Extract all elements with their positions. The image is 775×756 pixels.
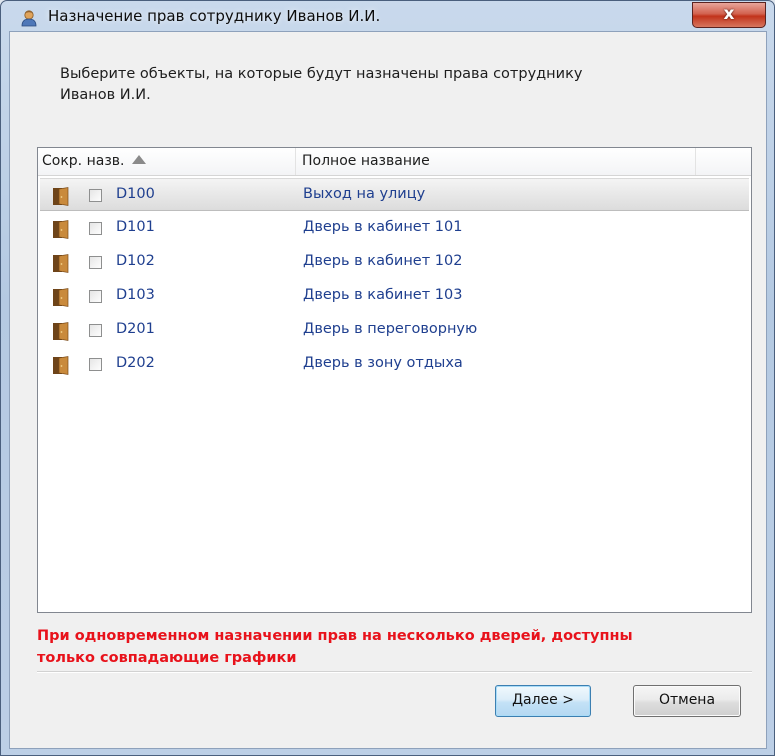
- cell-short-name: D202: [116, 355, 155, 371]
- table-row[interactable]: D201 Дверь в переговорную: [40, 314, 749, 347]
- row-checkbox[interactable]: [89, 256, 102, 269]
- cell-full-name: Дверь в кабинет 101: [303, 219, 463, 235]
- row-checkbox[interactable]: [89, 358, 102, 371]
- next-button[interactable]: Далее >: [495, 685, 591, 717]
- cell-short-name: D102: [116, 253, 155, 269]
- column-header-full-name[interactable]: Полное название: [296, 148, 696, 175]
- row-checkbox[interactable]: [89, 290, 102, 303]
- window-title: Назначение прав сотруднику Иванов И.И.: [48, 7, 381, 25]
- table-row[interactable]: D102 Дверь в кабинет 102: [40, 246, 749, 279]
- cell-short-name: D100: [116, 186, 155, 202]
- row-checkbox[interactable]: [89, 222, 102, 235]
- warning-line-2: только совпадающие графики: [37, 650, 297, 666]
- column-header-short-label: Сокр. назв.: [42, 153, 125, 169]
- door-icon: [53, 288, 69, 307]
- row-checkbox[interactable]: [89, 324, 102, 337]
- door-icon: [53, 322, 69, 341]
- warning-line-1: При одновременном назначении прав на нес…: [37, 628, 633, 644]
- cell-full-name: Дверь в кабинет 103: [303, 287, 463, 303]
- cell-full-name: Дверь в зону отдыха: [303, 355, 463, 371]
- instruction-line-1: Выберите объекты, на которые будут назна…: [60, 66, 583, 82]
- cell-full-name: Дверь в переговорную: [303, 321, 478, 337]
- cell-full-name: Дверь в кабинет 102: [303, 253, 463, 269]
- door-icon: [53, 356, 69, 375]
- grid-header: Сокр. назв. Полное название: [38, 148, 751, 176]
- table-row[interactable]: D101 Дверь в кабинет 101: [40, 212, 749, 245]
- column-header-short-name[interactable]: Сокр. назв.: [42, 148, 296, 175]
- cell-short-name: D101: [116, 219, 155, 235]
- table-row[interactable]: D103 Дверь в кабинет 103: [40, 280, 749, 313]
- instruction-text: Выберите объекты, на которые будут назна…: [60, 64, 720, 106]
- table-row[interactable]: D100 Выход на улицу: [40, 178, 749, 211]
- user-icon: [21, 10, 37, 27]
- cancel-button[interactable]: Отмена: [633, 685, 741, 717]
- row-checkbox[interactable]: [89, 189, 102, 202]
- door-icon: [53, 254, 69, 273]
- dialog-window: Назначение прав сотруднику Иванов И.И. x…: [0, 0, 775, 756]
- title-bar[interactable]: Назначение прав сотруднику Иванов И.И. x: [1, 1, 774, 31]
- cell-short-name: D201: [116, 321, 155, 337]
- door-icon: [53, 187, 69, 206]
- cell-full-name: Выход на улицу: [303, 186, 426, 202]
- next-button-accelerator: Д: [512, 692, 523, 708]
- next-button-label: алее >: [523, 692, 574, 708]
- door-icon: [53, 220, 69, 239]
- sort-ascending-icon: [132, 155, 147, 164]
- cell-short-name: D103: [116, 287, 155, 303]
- warning-text: При одновременном назначении прав на нес…: [37, 625, 752, 669]
- doors-grid[interactable]: Сокр. назв. Полное название D100 Выход н…: [37, 147, 752, 613]
- column-header-full-label: Полное название: [302, 153, 430, 169]
- divider: [37, 671, 752, 673]
- instruction-line-2: Иванов И.И.: [60, 87, 151, 103]
- close-button[interactable]: x: [692, 2, 766, 28]
- table-row[interactable]: D202 Дверь в зону отдыха: [40, 348, 749, 381]
